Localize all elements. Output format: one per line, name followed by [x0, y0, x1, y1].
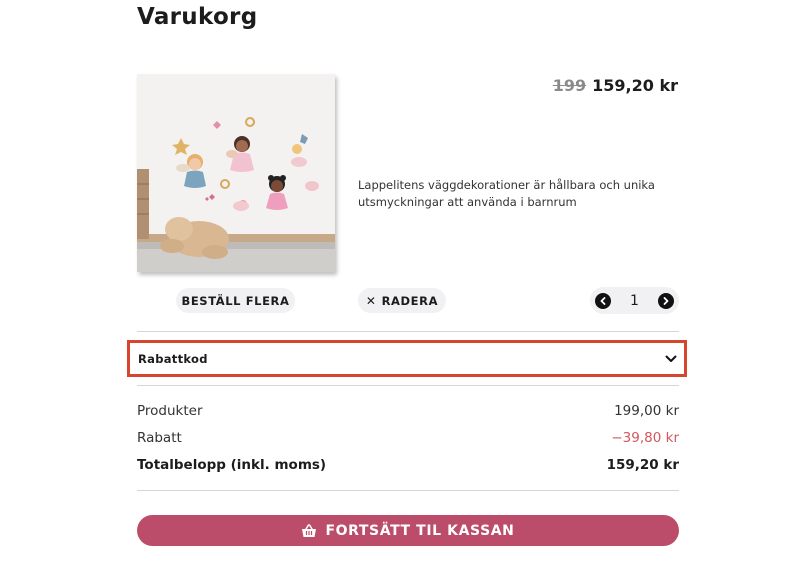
- delete-button[interactable]: ✕ RADERA: [358, 288, 446, 313]
- product-description: Lappelitens väggdekorationer är hållbara…: [358, 178, 655, 209]
- basket-icon: [302, 523, 317, 537]
- chevron-left-icon: [600, 296, 606, 305]
- order-more-label: BESTÄLL FLERA: [181, 293, 290, 308]
- decrease-quantity-button[interactable]: [595, 292, 611, 309]
- original-price: 199: [552, 76, 587, 95]
- chevron-right-icon: [663, 296, 669, 305]
- summary-discount-row: Rabatt −39,80 kr: [137, 430, 679, 446]
- discount-label: Rabatt: [137, 430, 182, 446]
- divider: [137, 385, 679, 386]
- product-price: 199 159,20 kr: [553, 76, 678, 95]
- delete-label: RADERA: [381, 293, 439, 308]
- quantity-value: 1: [630, 292, 639, 309]
- checkout-button[interactable]: FORTSÄTT TIL KASSAN: [137, 515, 679, 546]
- discount-code-label: Rabattkod: [138, 351, 208, 366]
- chevron-down-icon: [665, 355, 677, 362]
- product-image[interactable]: [137, 74, 335, 272]
- close-icon: ✕: [365, 293, 377, 308]
- quantity-stepper[interactable]: 1: [590, 287, 679, 314]
- divider: [137, 490, 679, 491]
- discount-value: −39,80 kr: [611, 430, 679, 446]
- total-value: 159,20 kr: [606, 457, 679, 473]
- total-label: Totalbelopp (inkl. moms): [137, 457, 327, 473]
- checkout-label: FORTSÄTT TIL KASSAN: [325, 522, 515, 539]
- page-title: Varukorg: [137, 4, 258, 30]
- products-value: 199,00 kr: [614, 403, 679, 419]
- divider: [137, 331, 679, 332]
- products-label: Produkter: [137, 403, 203, 419]
- discount-code-toggle[interactable]: Rabattkod: [127, 340, 687, 377]
- order-more-button[interactable]: BESTÄLL FLERA: [176, 288, 295, 313]
- increase-quantity-button[interactable]: [657, 292, 674, 309]
- summary-total-row: Totalbelopp (inkl. moms) 159,20 kr: [137, 457, 679, 473]
- sale-price: 159,20 kr: [592, 76, 678, 95]
- summary-products-row: Produkter 199,00 kr: [137, 403, 679, 419]
